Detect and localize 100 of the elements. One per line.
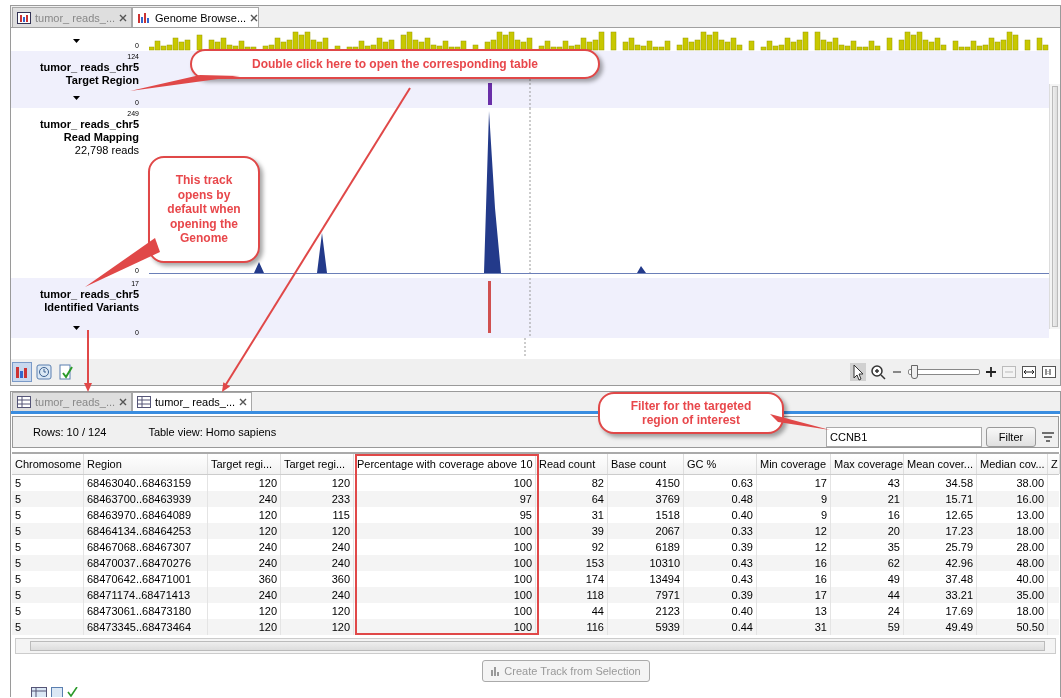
table-cell: 2067 <box>608 522 684 539</box>
table-cell: 48.00 <box>977 554 1048 571</box>
caret-icon[interactable] <box>73 96 80 100</box>
table-cell: 7971 <box>608 586 684 603</box>
table-cell: 100 <box>354 474 536 491</box>
column-header[interactable]: Mean cover... <box>904 453 977 474</box>
track-type: Identified Variants <box>44 301 139 314</box>
filter-button[interactable]: Filter <box>986 426 1036 447</box>
table-cell: 35 <box>831 538 904 555</box>
table-cell: 18.00 <box>977 602 1048 619</box>
table-cell: 12.65 <box>904 506 977 523</box>
table-cell: 44 <box>536 602 608 619</box>
table-cell: 13 <box>757 602 831 619</box>
table-cell: 5 <box>12 522 84 539</box>
table-cell: 0.44 <box>684 618 757 635</box>
fit-width-icon[interactable] <box>1022 366 1036 378</box>
table-cell: 9 <box>757 506 831 523</box>
table-cell: 28.00 <box>977 538 1048 555</box>
vertical-scrollbar[interactable] <box>1049 84 1060 329</box>
callout: Filter for the targeted region of interest <box>598 392 784 434</box>
menu-icon[interactable] <box>1042 431 1054 442</box>
table-cell: 1518 <box>608 506 684 523</box>
column-header[interactable]: Target regi... <box>208 453 281 474</box>
column-header[interactable]: GC % <box>684 453 757 474</box>
table-icon[interactable] <box>31 687 47 697</box>
guide-line <box>524 338 526 358</box>
pointer-icon[interactable] <box>850 363 866 381</box>
zoom-in-icon[interactable] <box>870 363 888 381</box>
table-cell: 100 <box>354 554 536 571</box>
table-cell: 43 <box>831 474 904 491</box>
column-header[interactable]: Base count <box>608 453 684 474</box>
table-cell: 120 <box>208 602 281 619</box>
column-header[interactable]: Chromosome <box>12 453 84 474</box>
table-cell: 0.39 <box>684 538 757 555</box>
checklist-icon[interactable] <box>67 687 79 697</box>
table-cell: 68473345..68473464 <box>84 618 208 635</box>
column-header[interactable]: Min coverage <box>757 453 831 474</box>
callout: Double click here to open the corresponding table <box>190 49 600 79</box>
table-cell: 100 <box>354 570 536 587</box>
document-tab[interactable]: Genome Browse... <box>132 7 259 27</box>
table-cell: 16.00 <box>977 490 1048 507</box>
table-cell: 44 <box>831 586 904 603</box>
table-cell: 21 <box>831 490 904 507</box>
table-cell: 9 <box>757 490 831 507</box>
close-icon[interactable] <box>250 13 259 22</box>
caret-icon[interactable] <box>73 39 80 43</box>
close-icon[interactable] <box>239 398 248 406</box>
table-cell: 37.48 <box>904 570 977 587</box>
table-cell: 68463700..68463939 <box>84 490 208 507</box>
table-cell: 13.00 <box>977 506 1048 523</box>
table-cell: 68473061..68473180 <box>84 602 208 619</box>
table-cell: 120 <box>281 602 354 619</box>
table-tab[interactable]: tumor_ reads_... <box>132 392 252 411</box>
table-cell: 49 <box>831 570 904 587</box>
horizontal-scrollbar[interactable] <box>15 638 1056 654</box>
table-cell: 120 <box>281 474 354 491</box>
slider-thumb[interactable] <box>910 365 918 379</box>
table-cell: 100 <box>354 618 536 635</box>
table-cell: 33.21 <box>904 586 977 603</box>
table-cell: 97 <box>354 490 536 507</box>
table-cell: 240 <box>281 554 354 571</box>
track-type: Read Mapping <box>63 131 139 144</box>
table-cell: 100 <box>354 522 536 539</box>
zoom-in-plus-icon[interactable] <box>986 367 996 377</box>
table-cell: 5 <box>12 474 84 491</box>
read-count: 22,798 reads <box>74 144 139 157</box>
column-header[interactable]: Median cov... <box>977 453 1048 474</box>
table-cell: 3769 <box>608 490 684 507</box>
table-cell: 120 <box>208 474 281 491</box>
table-cell: 0.33 <box>684 522 757 539</box>
table-cell: 42.96 <box>904 554 977 571</box>
bar-chart-icon[interactable] <box>13 363 31 381</box>
column-header[interactable]: Read count <box>536 453 608 474</box>
table-cell: 31 <box>536 506 608 523</box>
close-icon[interactable] <box>119 398 128 406</box>
track-name: tumor_ reads_chr5 <box>39 118 139 131</box>
table-cell: 17 <box>757 586 831 603</box>
table-cell: 50.50 <box>977 618 1048 635</box>
table-cell: 68470037..68470276 <box>84 554 208 571</box>
table-cell: 120 <box>208 522 281 539</box>
table-cell: 5 <box>12 586 84 603</box>
filter-field[interactable]: CCNB1 <box>826 426 982 447</box>
table-cell: 360 <box>281 570 354 587</box>
table-cell: 16 <box>757 554 831 571</box>
table-cell: 5 <box>12 490 84 507</box>
table-cell: 24 <box>831 602 904 619</box>
column-header[interactable]: Z <box>1048 453 1060 474</box>
column-header[interactable]: Region <box>84 453 208 474</box>
table-cell: 17.23 <box>904 522 977 539</box>
actual-size-icon[interactable] <box>1042 366 1056 378</box>
column-header[interactable]: Max coverage <box>831 453 904 474</box>
caret-icon[interactable] <box>73 326 80 330</box>
table-cell: 12 <box>757 538 831 555</box>
table-cell: 20 <box>831 522 904 539</box>
checklist-icon[interactable] <box>57 363 75 381</box>
close-icon[interactable] <box>119 13 128 22</box>
table-cell: 17.69 <box>904 602 977 619</box>
table-cell: 18.00 <box>977 522 1048 539</box>
table-cell: 13494 <box>608 570 684 587</box>
table-cell: 240 <box>281 586 354 603</box>
